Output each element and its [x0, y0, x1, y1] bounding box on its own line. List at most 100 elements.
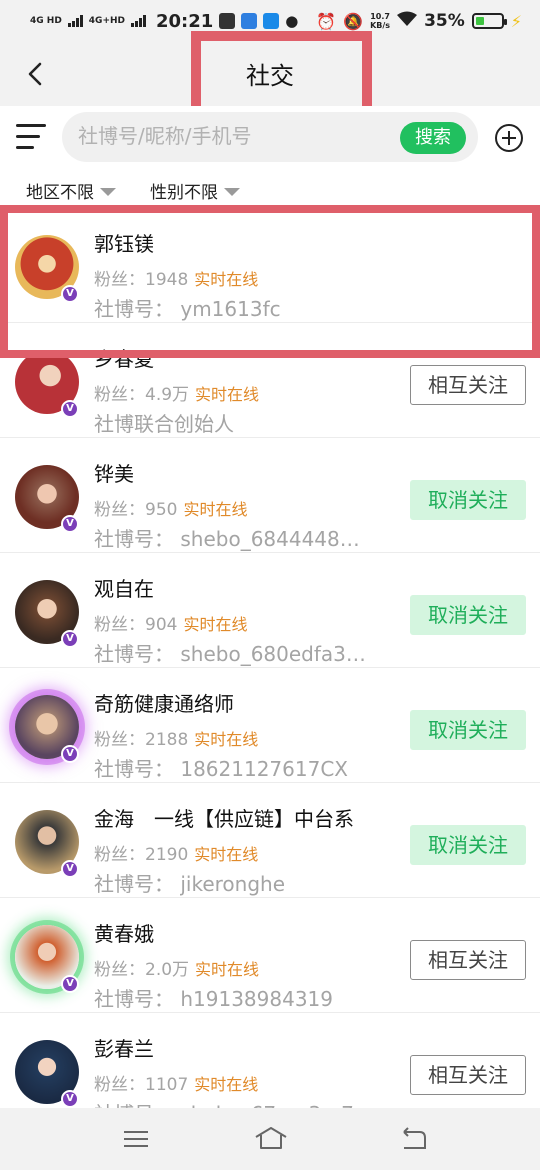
online-status: 实时在线	[183, 615, 248, 634]
user-id: 社博号： h19138984319	[94, 987, 334, 1011]
qq-icon: ●	[285, 12, 299, 30]
vip-badge-icon: V	[61, 285, 79, 303]
vip-badge-icon: V	[61, 400, 79, 418]
unfollow-button[interactable]: 取消关注	[410, 480, 526, 520]
gender-filter-label: 性别不限	[150, 183, 218, 203]
unfollow-button[interactable]: 取消关注	[410, 595, 526, 635]
online-status: 实时在线	[195, 960, 260, 979]
speed-unit: KB/s	[370, 21, 391, 30]
user-name: 铧美	[94, 462, 134, 486]
user-id: 社博号： ym1613fc	[94, 297, 281, 321]
network-indicator-2: 4G+HD	[88, 15, 125, 26]
fans-value: 2188	[145, 730, 189, 750]
user-id: 社博号： 18621127617CX	[94, 757, 348, 781]
search-box: 搜索	[62, 112, 478, 162]
list-item[interactable]: V 金海 一线【供应链】中台系 粉丝：2190 实时在线 社博号： jikeron…	[0, 783, 540, 898]
online-status: 实时在线	[194, 270, 259, 289]
fans-value: 904	[145, 615, 178, 635]
vip-badge-icon: V	[61, 745, 79, 763]
fans-count: 粉丝：2190 实时在线	[94, 840, 258, 865]
fans-count: 粉丝：1107 实时在线	[94, 1070, 258, 1095]
charging-icon: ⚡	[510, 11, 522, 31]
fans-value: 2190	[145, 845, 189, 865]
user-id: 社博号： shebo_680edfa3…	[94, 642, 366, 666]
user-description: 社博联合创始人	[94, 412, 234, 436]
list-item[interactable]: V 观自在 粉丝：904 实时在线 社博号： shebo_680edfa3… 取消…	[0, 553, 540, 668]
fans-value: 950	[145, 500, 178, 520]
filter-bar: 地区不限 性别不限	[0, 170, 540, 208]
list-item[interactable]: V 铧美 粉丝：950 实时在线 社博号： shebo_6844448… 取消关注	[0, 438, 540, 553]
user-name: 郭钰镁	[94, 232, 154, 256]
fans-label: 粉丝：	[94, 960, 145, 980]
online-status: 实时在线	[195, 385, 260, 404]
online-status: 实时在线	[194, 1075, 259, 1094]
unfollow-button[interactable]: 取消关注	[410, 825, 526, 865]
fans-label: 粉丝：	[94, 730, 145, 750]
back-nav-icon[interactable]	[398, 1124, 428, 1154]
online-status: 实时在线	[194, 845, 259, 864]
alarm-icon: ⏰	[316, 11, 337, 31]
region-filter-label: 地区不限	[26, 183, 94, 203]
user-id: 社博号： shebo_67e…3…7	[94, 1098, 354, 1108]
wifi-icon	[397, 11, 418, 32]
mutual-follow-button[interactable]: 相互关注	[410, 940, 526, 980]
speed-value: 10.7	[370, 12, 390, 21]
list-item[interactable]: V 乡春夏 粉丝：4.9万 实时在线 社博联合创始人 相互关注	[0, 323, 540, 438]
user-list: V 郭钰镁 粉丝： 1948 实时在线 社博号： ym1613fc V 乡春夏 粉丝…	[0, 208, 540, 1108]
fans-count: 粉丝：2188 实时在线	[94, 725, 258, 750]
search-button[interactable]: 搜索	[400, 122, 466, 154]
vip-badge-icon: V	[61, 860, 79, 878]
user-name: 黄春娥	[94, 922, 154, 946]
battery-percent: 35%	[424, 11, 465, 31]
menu-icon[interactable]	[16, 124, 46, 150]
network-indicator-1: 4G HD	[30, 15, 62, 26]
network-speed: 10.7 KB/s	[370, 12, 390, 30]
list-item[interactable]: V 郭钰镁 粉丝：1948 实时在线 社博号： ym1613fc	[0, 208, 540, 323]
fans-value: 1948	[145, 270, 189, 290]
signal-icon-2	[131, 15, 146, 27]
user-name: 彭春兰	[94, 1037, 154, 1061]
gender-filter[interactable]: 性别不限	[150, 178, 240, 203]
vip-badge-icon: V	[61, 630, 79, 648]
user-name: 观自在	[94, 577, 154, 601]
mutual-follow-button[interactable]: 相互关注	[410, 365, 526, 405]
vip-badge-icon: V	[61, 975, 79, 993]
fans-label: 粉丝：	[94, 500, 145, 520]
fans-label: 粉丝：	[94, 615, 145, 635]
unfollow-button[interactable]: 取消关注	[410, 710, 526, 750]
clock: 20:21	[156, 10, 214, 32]
fans-label: 粉丝：	[94, 385, 145, 405]
fans-label: 粉丝：	[94, 845, 145, 865]
signal-icon	[67, 15, 83, 27]
app-notification-icon	[219, 13, 236, 29]
caret-down-icon	[100, 187, 116, 196]
online-status: 实时在线	[194, 730, 259, 749]
search-input[interactable]	[78, 124, 378, 148]
user-name: 金海 一线【供应链】中台系	[94, 807, 354, 831]
caret-down-icon	[224, 187, 240, 196]
user-name: 奇筋健康通络师	[94, 692, 234, 716]
home-icon[interactable]	[254, 1124, 288, 1154]
app-notification-icon-2	[241, 13, 258, 29]
list-item[interactable]: V 奇筋健康通络师 粉丝：2188 实时在线 社博号： 18621127617CX…	[0, 668, 540, 783]
fans-label: 粉丝：	[94, 1075, 145, 1095]
list-item[interactable]: V 黄春娥 粉丝：2.0万 实时在线 社博号： h19138984319 相互关注	[0, 898, 540, 1013]
vip-badge-icon: V	[61, 1090, 79, 1108]
fans-value: 1107	[145, 1075, 189, 1095]
user-id: 社博号： jikeronghe	[94, 872, 286, 896]
fans-value: 4.9万	[145, 385, 190, 405]
mutual-follow-button[interactable]: 相互关注	[410, 1055, 526, 1095]
fans-count: 粉丝：950 实时在线	[94, 495, 247, 520]
system-nav-bar	[0, 1108, 540, 1170]
vip-badge-icon: V	[61, 515, 79, 533]
fans-count: 粉丝：904 实时在线	[94, 610, 247, 635]
search-row: 搜索	[0, 106, 540, 170]
fans-count: 粉丝：4.9万 实时在线	[94, 380, 259, 405]
recent-apps-icon[interactable]	[121, 1124, 151, 1154]
list-item[interactable]: V 彭春兰 粉丝：1107 实时在线 社博号： shebo_67e…3…7 相互关…	[0, 1013, 540, 1108]
fans-count: 粉丝：1948 实时在线	[94, 265, 258, 290]
region-filter[interactable]: 地区不限	[26, 178, 116, 203]
app-notification-icon-3	[263, 13, 280, 29]
add-icon[interactable]	[494, 123, 524, 153]
user-id: 社博号： shebo_6844448…	[94, 527, 360, 551]
